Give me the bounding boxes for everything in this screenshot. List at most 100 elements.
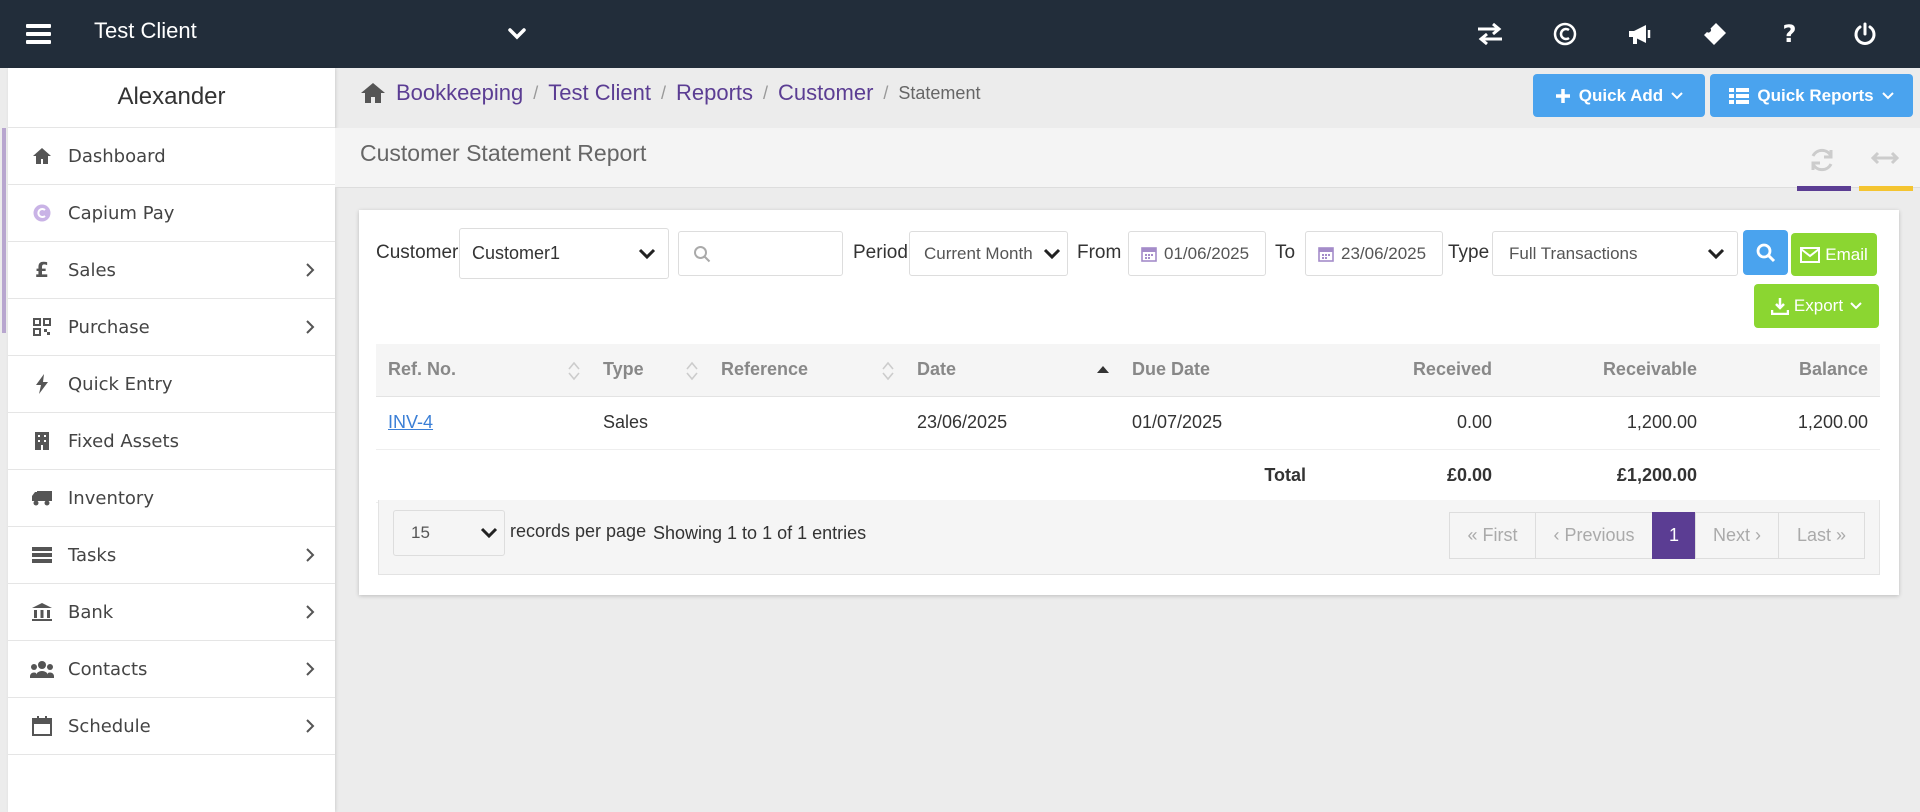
sidebar-item-inventory[interactable]: Inventory xyxy=(8,470,335,527)
column-header-type[interactable]: Type xyxy=(591,344,709,397)
column-header-balance[interactable]: Balance xyxy=(1709,344,1880,397)
client-name[interactable]: Test Client xyxy=(94,18,197,44)
sidebar-item-sales[interactable]: £ Sales xyxy=(8,242,335,299)
switch-icon[interactable] xyxy=(1452,0,1527,68)
email-button[interactable]: Email xyxy=(1791,233,1877,276)
column-header-ref-no[interactable]: Ref. No. xyxy=(376,344,591,397)
calendar-icon xyxy=(1318,246,1334,262)
qrcode-icon xyxy=(30,316,54,338)
sidebar-item-label: Dashboard xyxy=(68,145,166,167)
records-per-page-label: records per page xyxy=(510,521,647,541)
menu-icon[interactable] xyxy=(26,24,51,44)
period-select[interactable]: Current Month xyxy=(909,231,1068,276)
sidebar-item-label: Quick Entry xyxy=(68,373,173,395)
top-bar: Test Client ? xyxy=(0,0,1920,68)
next-page-button[interactable]: Next › xyxy=(1695,512,1779,559)
search-input[interactable] xyxy=(678,231,843,276)
type-label: Type xyxy=(1448,242,1490,263)
column-header-due-date[interactable]: Due Date xyxy=(1120,344,1318,397)
breadcrumb-bookkeeping[interactable]: Bookkeeping xyxy=(396,80,523,106)
capium-pay-icon xyxy=(30,202,54,224)
chevron-down-icon[interactable] xyxy=(505,22,529,46)
sidebar-item-quick-entry[interactable]: Quick Entry xyxy=(8,356,335,413)
cell-reference xyxy=(709,396,905,450)
column-header-received[interactable]: Received xyxy=(1318,344,1504,397)
home-icon xyxy=(30,145,54,167)
search-icon xyxy=(694,245,711,262)
help-icon[interactable]: ? xyxy=(1752,0,1827,68)
sidebar-item-label: Bank xyxy=(68,601,114,623)
sidebar-item-label: Purchase xyxy=(68,316,150,338)
chevron-down-icon xyxy=(1671,91,1683,99)
sidebar-item-schedule[interactable]: Schedule xyxy=(8,698,335,755)
ticket-icon[interactable] xyxy=(1677,0,1752,68)
sidebar-item-capium-pay[interactable]: Capium Pay xyxy=(8,185,335,242)
page-1-button[interactable]: 1 xyxy=(1652,512,1696,559)
sort-icon xyxy=(882,361,894,381)
invoice-link[interactable]: INV-4 xyxy=(388,412,433,432)
home-icon[interactable] xyxy=(360,82,386,104)
chevron-right-icon xyxy=(306,263,315,277)
capium-icon[interactable] xyxy=(1527,0,1602,68)
to-date-input[interactable]: 23/06/2025 xyxy=(1305,231,1443,276)
customer-label: Customer xyxy=(376,242,459,263)
sort-ascending-icon xyxy=(1097,366,1109,373)
chevron-right-icon xyxy=(306,548,315,562)
expand-horizontal-icon[interactable] xyxy=(1870,150,1900,166)
chevron-down-icon xyxy=(1707,248,1725,259)
sidebar-item-tasks[interactable]: Tasks xyxy=(8,527,335,584)
quick-add-button[interactable]: Quick Add xyxy=(1533,74,1705,117)
column-header-reference[interactable]: Reference xyxy=(709,344,905,397)
column-header-date[interactable]: Date xyxy=(905,344,1120,397)
download-icon xyxy=(1770,298,1789,315)
breadcrumb-test-client[interactable]: Test Client xyxy=(548,80,651,106)
chevron-down-icon xyxy=(1881,91,1894,99)
records-per-page-value: 15 xyxy=(411,523,430,542)
column-header-receivable[interactable]: Receivable xyxy=(1504,344,1709,397)
sidebar-item-fixed-assets[interactable]: Fixed Assets xyxy=(8,413,335,470)
breadcrumb-separator: / xyxy=(533,82,539,103)
first-page-button[interactable]: « First xyxy=(1449,512,1536,559)
last-page-button[interactable]: Last » xyxy=(1778,512,1865,559)
from-date-input[interactable]: 01/06/2025 xyxy=(1128,231,1266,276)
total-received: £0.00 xyxy=(1318,449,1504,503)
sidebar-item-contacts[interactable]: Contacts xyxy=(8,641,335,698)
sidebar-item-bank[interactable]: Bank xyxy=(8,584,335,641)
sidebar: Alexander Dashboard Capium Pay £ Sales P… xyxy=(2,68,335,812)
table-row: INV-4 Sales 23/06/2025 01/07/2025 0.00 1… xyxy=(376,396,1880,450)
cell-due-date: 01/07/2025 xyxy=(1120,396,1318,450)
power-icon[interactable] xyxy=(1827,0,1902,68)
sidebar-user-name: Alexander xyxy=(8,68,335,128)
chevron-right-icon xyxy=(306,320,315,334)
total-row: Total £0.00 £1,200.00 xyxy=(376,449,1880,503)
plus-icon xyxy=(1555,88,1570,103)
sidebar-item-label: Tasks xyxy=(68,544,117,566)
sidebar-item-purchase[interactable]: Purchase xyxy=(8,299,335,356)
quick-reports-label: Quick Reports xyxy=(1757,85,1874,105)
export-button[interactable]: Export xyxy=(1754,284,1879,328)
breadcrumb-customer[interactable]: Customer xyxy=(778,80,873,106)
sidebar-item-label: Schedule xyxy=(68,715,151,737)
refresh-icon[interactable] xyxy=(1808,147,1836,173)
tasks-icon xyxy=(30,544,54,566)
table-header-row: Ref. No. Type Reference Date Due Date Re… xyxy=(376,344,1880,397)
entries-info: Showing 1 to 1 of 1 entries xyxy=(653,523,867,543)
customer-select[interactable]: Customer1 xyxy=(459,228,669,279)
previous-page-button[interactable]: ‹ Previous xyxy=(1535,512,1653,559)
cell-type: Sales xyxy=(591,396,709,450)
email-label: Email xyxy=(1825,244,1868,264)
sort-icon xyxy=(686,361,698,381)
announcement-icon[interactable] xyxy=(1602,0,1677,68)
bank-icon xyxy=(30,601,54,623)
quick-reports-button[interactable]: Quick Reports xyxy=(1710,74,1913,117)
type-select[interactable]: Full Transactions xyxy=(1492,231,1738,276)
sort-icon xyxy=(568,361,580,381)
records-per-page-select[interactable]: 15 xyxy=(393,510,505,556)
envelope-icon xyxy=(1800,246,1821,263)
from-label: From xyxy=(1077,242,1122,263)
sidebar-item-dashboard[interactable]: Dashboard xyxy=(8,128,335,185)
search-button[interactable] xyxy=(1743,230,1788,275)
breadcrumb-reports[interactable]: Reports xyxy=(676,80,753,106)
from-date-value: 01/06/2025 xyxy=(1164,243,1250,263)
calendar-icon xyxy=(1141,246,1157,262)
